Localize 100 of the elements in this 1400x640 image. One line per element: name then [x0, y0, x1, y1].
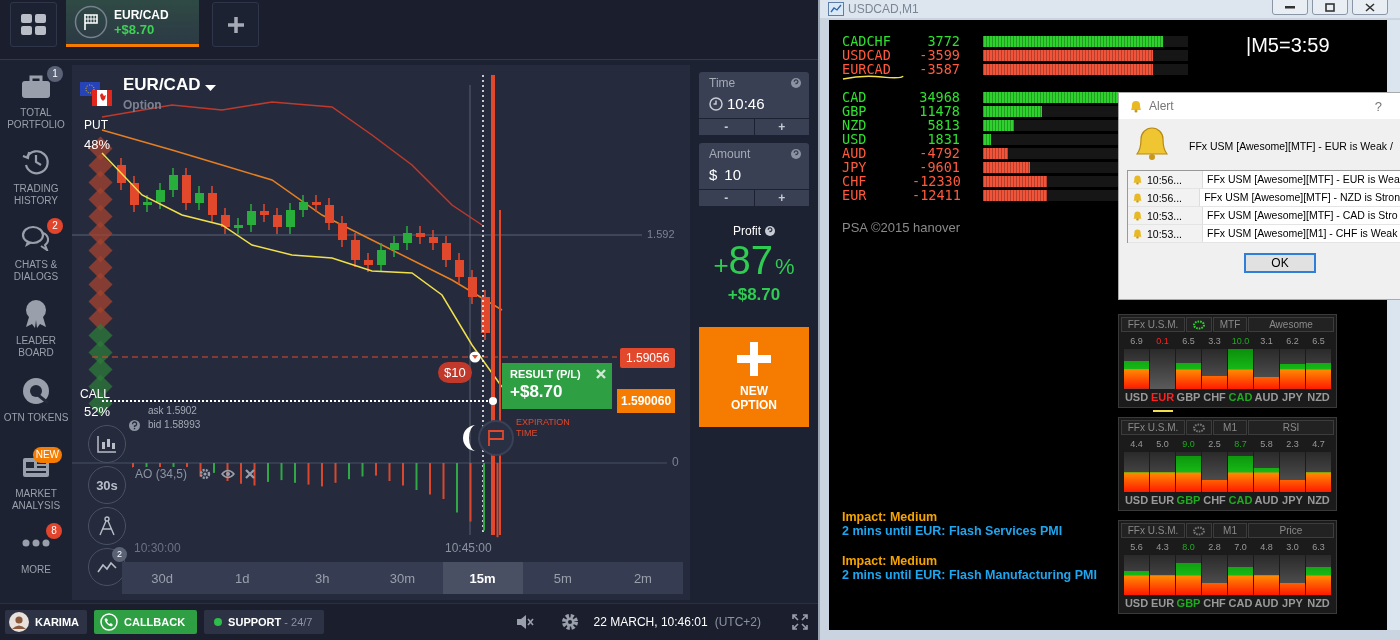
decrease-button[interactable]: -: [699, 190, 754, 206]
alert-time: 10:53...: [1147, 209, 1183, 222]
meter-name: FFx U.S.M.: [1121, 523, 1185, 538]
user-button[interactable]: KARIMA: [5, 610, 87, 634]
currency-code: GBP: [1176, 493, 1201, 508]
count-badge: 2: [112, 547, 127, 562]
meter-value: 0.1: [1156, 335, 1169, 347]
currency-code: AUD: [1254, 493, 1279, 508]
meter-value: 2.5: [1208, 438, 1221, 450]
pair-name: USDCAD: [842, 48, 892, 62]
meter-value: 8.7: [1234, 438, 1247, 450]
currency-code: AUD: [1254, 596, 1279, 611]
currency-name: NZD: [842, 118, 868, 132]
window-title: USDCAD,M1: [848, 2, 919, 16]
currency-code: USD: [1124, 596, 1149, 611]
strength-value: -12411: [912, 188, 960, 202]
meter-indicator: RSI: [1248, 420, 1334, 435]
asset-selector[interactable]: EUR/CAD Option: [80, 75, 217, 112]
call-percentage: 52%: [84, 404, 111, 419]
axis-label: 0: [672, 455, 679, 469]
time-axis-label: 10:30:00: [134, 541, 181, 555]
meter-value: 7.0: [1234, 541, 1247, 553]
currency-code: EUR: [1150, 596, 1175, 611]
meter-value: 6.9: [1130, 335, 1143, 347]
decrease-button[interactable]: -: [699, 119, 754, 135]
timeframe-tab[interactable]: 5m: [522, 562, 603, 594]
impact-text: Impact: Medium: [842, 554, 939, 568]
alert-text: FFx USM [Awesome][MTF] - CAD is Stro: [1206, 208, 1398, 223]
help-button[interactable]: ?: [1374, 98, 1382, 114]
count-badge: 2: [47, 218, 63, 235]
currency-code: CAD: [1228, 390, 1253, 405]
meter-value: 10.0: [1231, 335, 1250, 347]
strength-value: -9601: [918, 160, 960, 174]
meter-indicator: Price: [1248, 523, 1334, 538]
timeframe-tab[interactable]: 15m: [442, 562, 523, 594]
current-price-tag: 1.590060: [617, 389, 676, 413]
alert-row[interactable]: 10:56... FFx USM [Awesome][MTF] - NZD is Stron: [1128, 189, 1400, 207]
news-event: 2 mins until EUR: Flash Services PMI: [842, 524, 1064, 538]
profit-label: Profit: [733, 224, 761, 238]
alert-text: FFx USM [Awesome][M1] - CHF is Weak: [1206, 226, 1398, 241]
expiration-label: EXPIRATION TIME: [516, 417, 571, 439]
support-button[interactable]: SUPPORT - 24/7: [204, 610, 325, 634]
alert-row[interactable]: 10:56... FFx USM [Awesome][MTF] - EUR is Wea: [1128, 171, 1400, 189]
chart-tool-button[interactable]: 30s: [88, 466, 126, 504]
alert-row[interactable]: 10:53... FFx USM [Awesome][M1] - CHF is Weak: [1128, 225, 1400, 243]
meter-value: 5.0: [1156, 438, 1169, 450]
currency-name: AUD: [842, 146, 868, 160]
strength-value: 11478: [918, 104, 960, 118]
time-axis-label: 10:45:00: [445, 541, 492, 555]
timeframe-tab[interactable]: 3h: [282, 562, 363, 594]
currency-code: GBP: [1176, 596, 1201, 611]
field-label: Time: [709, 76, 736, 90]
increase-button[interactable]: +: [754, 119, 809, 135]
pair-name: CADCHF: [842, 34, 892, 48]
meter-value: 3.0: [1286, 541, 1299, 553]
pair-name: EURCAD: [842, 62, 912, 76]
count-badge: 8: [46, 522, 62, 539]
asset-tab[interactable]: EUR/CAD +$8.70: [66, 0, 199, 47]
call-label: CALL: [80, 387, 111, 401]
price-level-label: 1.592: [647, 228, 675, 240]
currency-code: JPY: [1282, 596, 1303, 611]
meter-value: 4.3: [1156, 541, 1169, 553]
alert-row[interactable]: 10:53... FFx USM [Awesome][MTF] - CAD is Stro: [1128, 207, 1400, 225]
time-value[interactable]: 10:46: [727, 95, 765, 112]
meter-value: 2.8: [1208, 541, 1221, 553]
currency-code: USD: [1124, 390, 1149, 405]
currency-name: GBP: [842, 104, 868, 118]
strength-value: 34968: [918, 90, 960, 104]
count-badge: NEW: [32, 446, 62, 463]
timeframe-tab[interactable]: 1d: [202, 562, 283, 594]
count-badge: 1: [47, 66, 63, 82]
meter-value: 8.0: [1182, 541, 1195, 553]
profit-amount: +$8.70: [727, 285, 781, 305]
meter-value: 4.4: [1130, 438, 1143, 450]
chart-tool-button[interactable]: 2: [88, 548, 126, 586]
strength-value: 1831: [926, 132, 960, 146]
currency-code: AUD: [1254, 390, 1279, 405]
meter-value: 3.3: [1208, 335, 1221, 347]
callback-button[interactable]: CALLBACK: [94, 610, 198, 634]
indicator-label: AO (34,5): [133, 467, 190, 481]
currency-code: NZD: [1307, 390, 1330, 405]
currency-name: USD: [842, 132, 868, 146]
profit-sign: +: [713, 250, 729, 281]
currency-code: CHF: [1203, 493, 1226, 508]
dialog-title: Alert: [1149, 99, 1174, 113]
ok-button[interactable]: OK: [1244, 253, 1316, 273]
meter-timeframe: M1: [1213, 420, 1247, 435]
currency-code: USD: [1124, 493, 1149, 508]
timeframe-tab[interactable]: 30m: [362, 562, 443, 594]
news-event: 2 mins until EUR: Flash Manufacturing PMI: [842, 568, 1097, 582]
meter-value: 9.0: [1182, 438, 1195, 450]
increase-button[interactable]: +: [754, 190, 809, 206]
currency-name: JPY: [842, 160, 868, 174]
timeframe-tab[interactable]: 2m: [602, 562, 683, 594]
meter-value: 4.8: [1260, 541, 1273, 553]
currency-code: GBP: [1176, 390, 1201, 405]
meter-value: 6.3: [1312, 541, 1325, 553]
amount-value[interactable]: 10: [724, 166, 742, 183]
ask-price: ask 1.5902: [148, 405, 197, 416]
sidebar-item[interactable]: LEADER BOARD: [1, 298, 71, 375]
